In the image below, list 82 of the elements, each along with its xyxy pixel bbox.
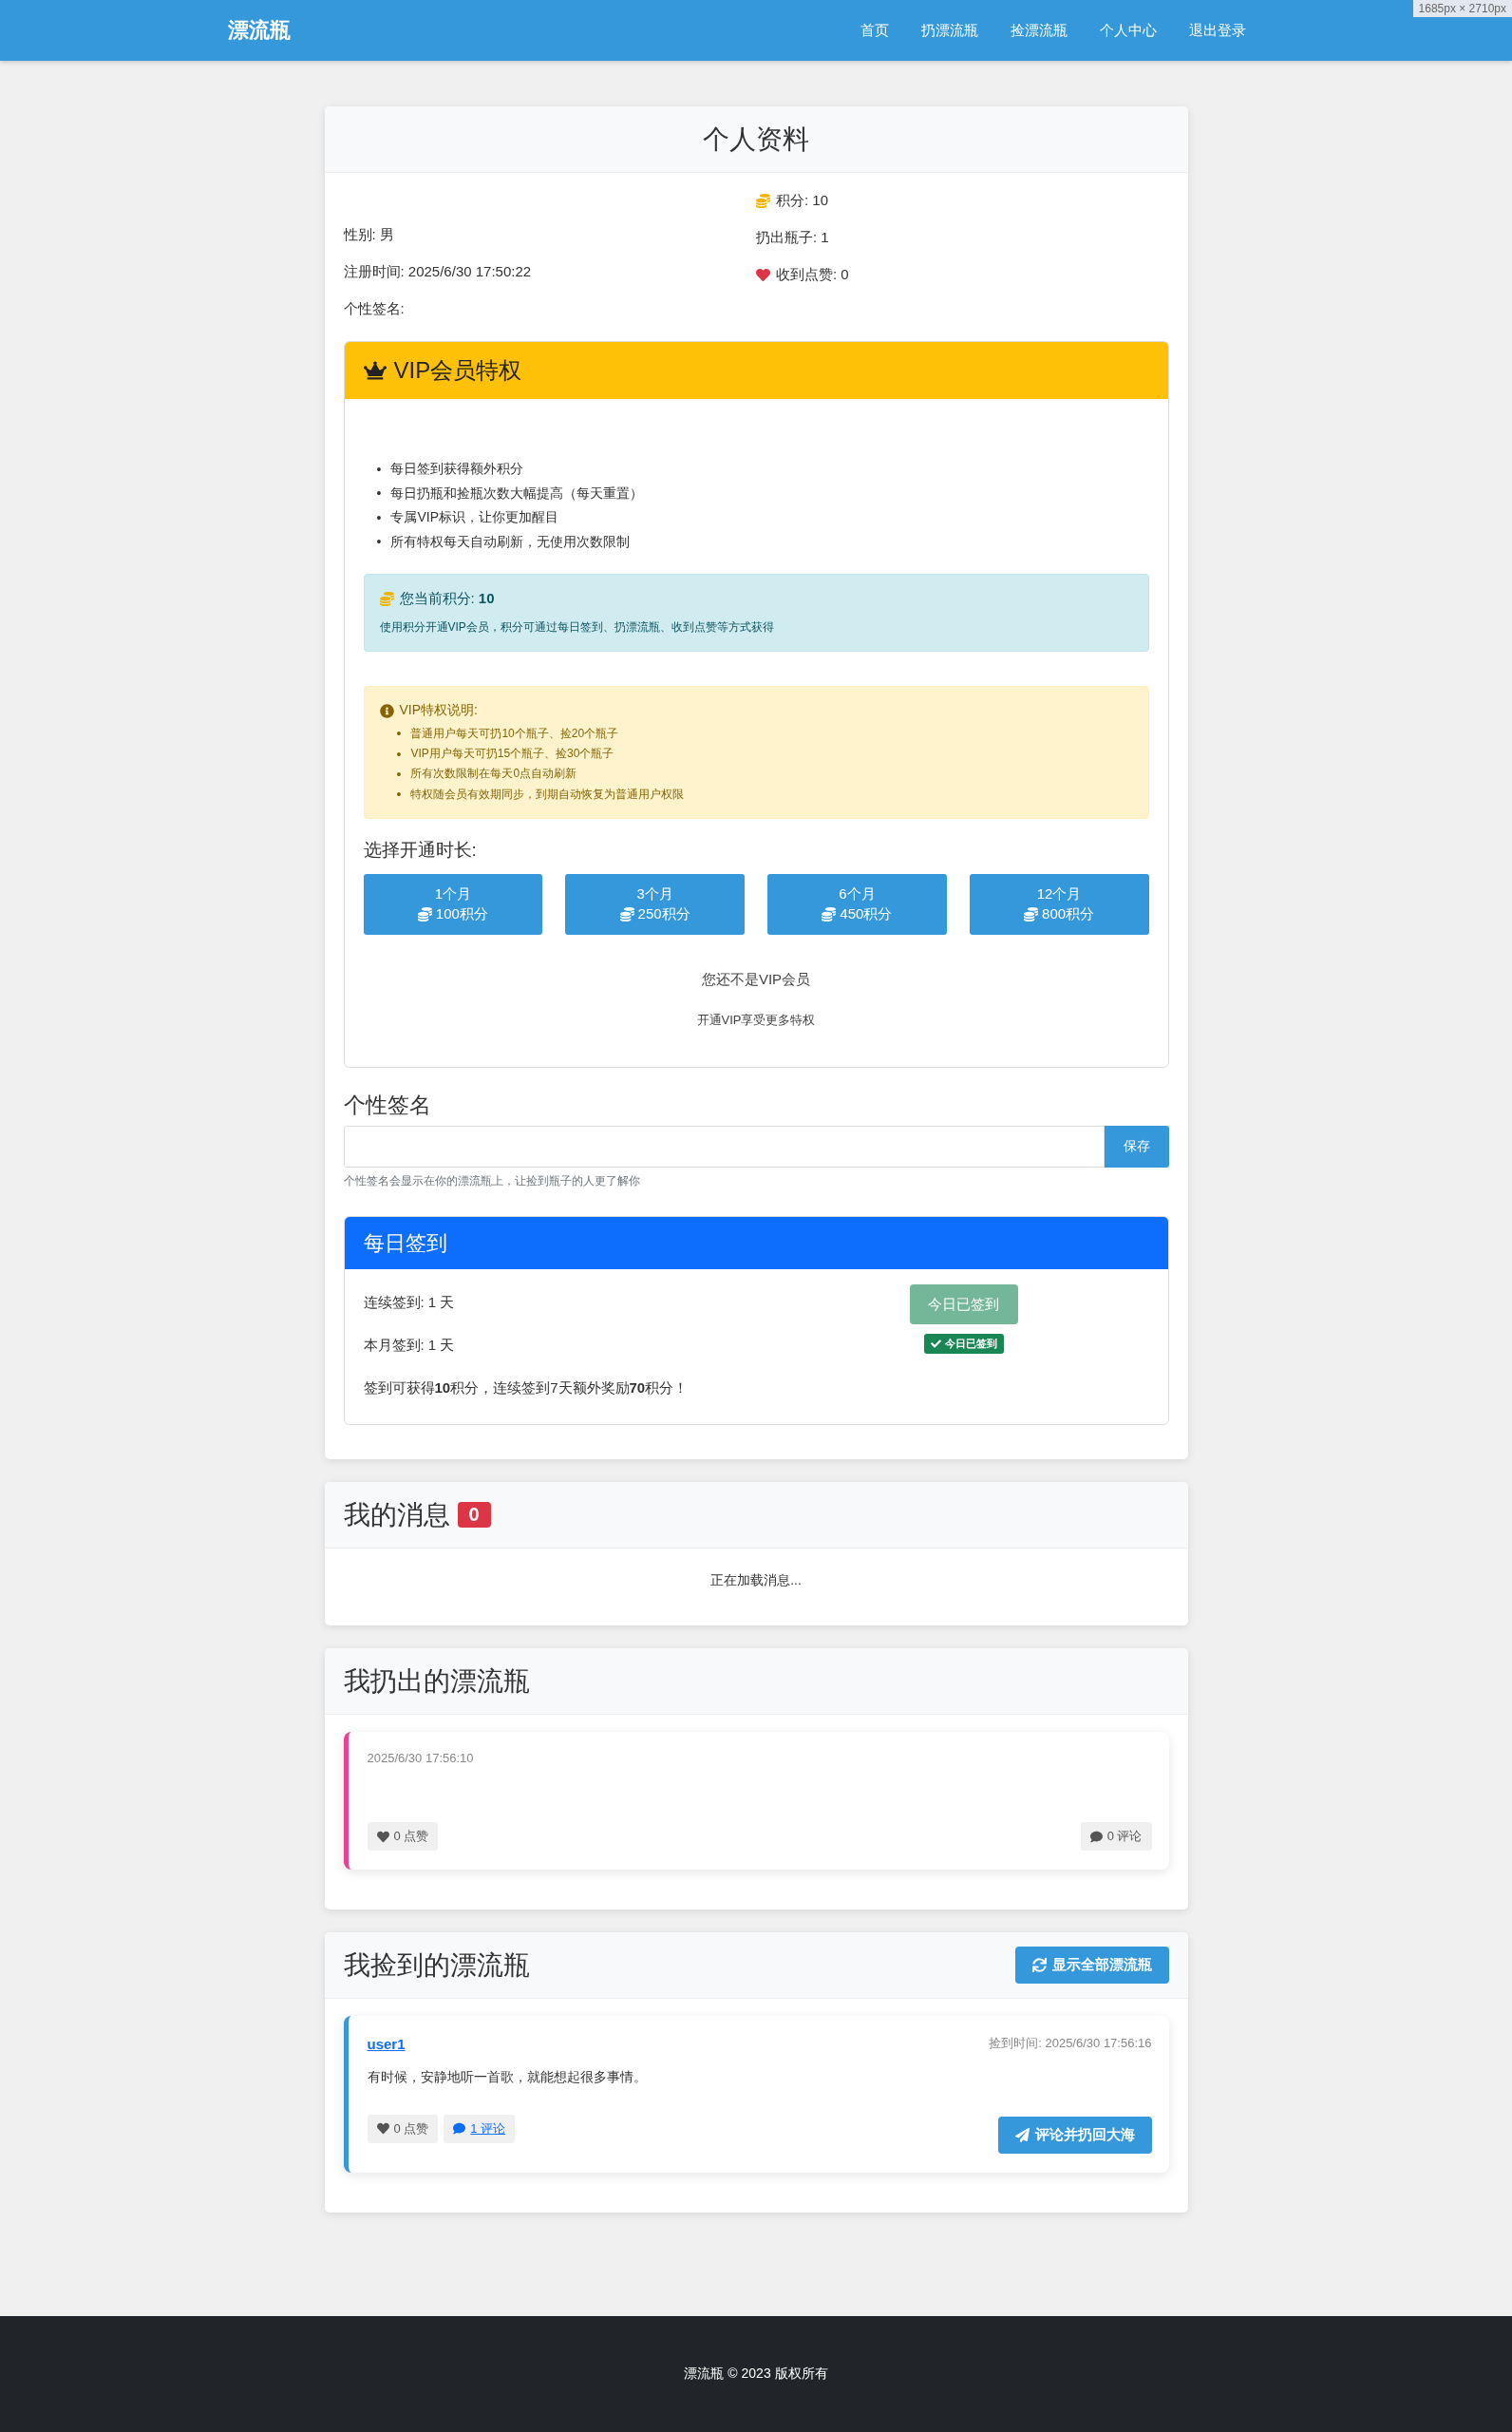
info-icon [379,703,394,718]
brand-logo[interactable]: 漂流瓶 [228,16,828,45]
nav-link[interactable]: 首页 [860,21,889,40]
crown-icon [363,359,387,382]
card-title: 个人资料 [703,123,809,156]
comment-link[interactable]: 1 评论 [444,2114,516,2143]
save-button[interactable]: 保存 [1104,1126,1169,1168]
refresh-icon [1031,1958,1047,1973]
plan-button[interactable]: 12个月 800积分 [969,874,1149,936]
coins-icon [1024,907,1039,922]
profile-stat: 积分: 10 [776,192,829,210]
bullet-mark: • [396,785,402,804]
rule-item: 普通用户每天可扔10个瓶子、捡20个瓶子 [410,726,619,742]
footer-text: 漂流瓶 © 2023 版权所有 [684,2366,828,2383]
nav-link[interactable]: 退出登录 [1189,21,1246,40]
bullet-mark: • [396,765,402,783]
bullet-mark: • [396,725,402,743]
paper-plane-icon [1014,2128,1030,2143]
comment-icon [1089,1830,1103,1843]
reward-text: 签到可获得10积分，连续签到7天额外奖励70积分！ [363,1379,690,1398]
profile-field: 个性签名: [343,300,756,318]
benefit-item: 专属VIP标识，让你更加醒目 [390,508,558,527]
streak-text: 连续签到: 1 天 [363,1294,456,1313]
profile-stat: 收到点赞: 0 [776,266,849,284]
bullet-mark: • [376,533,382,551]
benefit-item: 每日签到获得额外积分 [390,460,524,478]
nav-link[interactable]: 扔漂流瓶 [921,21,978,40]
vip-status: 您还不是VIP会员 [700,971,812,990]
points-note: 使用积分开通VIP会员，积分可通过每日签到、扔漂流瓶、收到点赞等方式获得 [379,619,775,636]
check-icon [930,1339,941,1350]
vip-hint: 开通VIP享受更多特权 [695,1012,817,1030]
card-title: 我的消息 [343,1498,450,1531]
signature-help: 个性签名会显示在你的漂流瓶上，让捡到瓶子的人更了解你 [343,1173,641,1190]
checkin-title: 每日签到 [363,1229,447,1257]
benefit-item: 每日扔瓶和捡瓶次数大幅提高（每天重置） [390,484,644,503]
coins-icon [756,194,770,208]
bullet-mark: • [376,508,382,527]
bottle-time: 2025/6/30 17:56:10 [367,1751,475,1766]
month-text: 本月签到: 1 天 [363,1337,456,1356]
nav-link[interactable]: 个人中心 [1100,21,1157,40]
coins-icon [417,907,432,922]
plan-button[interactable]: 3个月 250积分 [565,874,745,936]
comment-icon [453,2122,466,2136]
checked-in-badge: 今日已签到 [923,1334,1004,1355]
reply-button[interactable]: 评论并扔回大海 [997,2117,1152,2155]
rule-item: 特权随会员有效期同步，到期自动恢复为普通用户权限 [410,786,685,803]
comment-count[interactable]: 0 评论 [1080,1822,1152,1852]
nav-link[interactable]: 捡漂流瓶 [1011,21,1068,40]
current-points: 您当前积分: 10 [399,590,495,609]
coins-icon [822,907,837,922]
like-count[interactable]: 0 点赞 [367,1822,439,1852]
heart-icon [756,268,770,282]
signature-heading: 个性签名 [343,1092,432,1120]
rule-item: VIP用户每天可扔15个瓶子、捡30个瓶子 [410,746,614,763]
bullet-mark: • [376,484,382,503]
plan-button[interactable]: 6个月 450积分 [767,874,947,936]
bullet-mark: • [396,745,402,763]
profile-field: 注册时间: 2025/6/30 17:50:22 [343,263,756,281]
bottle-message: 有时候，安静地听一首歌，就能想起很多事情。 [367,2069,648,2087]
bullet-mark: • [376,460,382,478]
benefit-item: 所有特权每天自动刷新，无使用次数限制 [390,532,631,551]
profile-stat: 扔出瓶子: 1 [756,229,829,247]
size-overlay: 1685px × 2710px [1412,0,1512,17]
user-link[interactable]: user1 [367,2035,406,2052]
plan-button[interactable]: 1个月 100积分 [363,874,543,936]
profile-field: 性别: 男 [343,226,756,244]
heart-icon [376,2122,389,2136]
like-count[interactable]: 0 点赞 [367,2114,439,2143]
heart-icon [376,1830,389,1843]
show-all-button[interactable]: 显示全部漂流瓶 [1014,1947,1169,1985]
loading-text: 正在加载消息... [710,1572,802,1588]
coins-icon [379,592,394,607]
card-title: 我捡到的漂流瓶 [343,1948,530,1982]
rule-item: 所有次数限制在每天0点自动刷新 [410,766,577,783]
coins-icon [619,907,634,922]
message-count: 0 [457,1502,491,1529]
duration-label: 选择开通时长: [363,839,478,863]
picked-time: 捡到时间: 2025/6/30 17:56:16 [989,2035,1152,2053]
card-title: 我扔出的漂流瓶 [343,1664,530,1698]
rules-title: VIP特权说明: [399,702,478,720]
signature-input[interactable] [343,1126,1105,1168]
vip-title: VIP会员特权 [393,356,522,385]
